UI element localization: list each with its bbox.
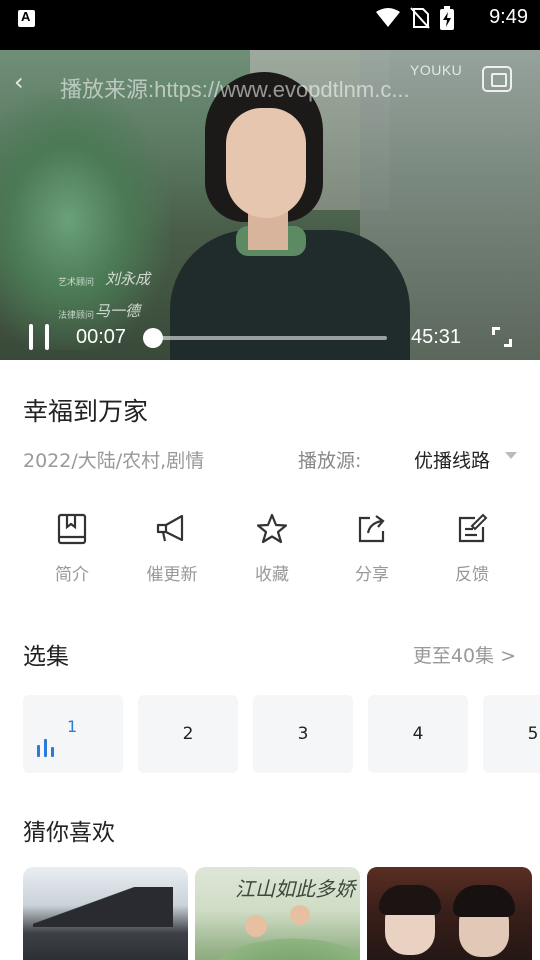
episode-number: 1 — [67, 717, 78, 736]
episode-number: 4 — [412, 724, 424, 744]
episode-item[interactable]: 5 — [483, 695, 540, 773]
battery-charging-icon — [440, 6, 454, 30]
episode-list: 1 2 3 4 5 — [23, 695, 540, 775]
action-feedback[interactable]: 反馈 — [422, 508, 522, 588]
recommend-title: 猜你喜欢 — [23, 820, 115, 846]
source-watermark: 播放来源:https://www.evopdtlnm.c... — [60, 77, 410, 102]
action-favorite[interactable]: 收藏 — [222, 508, 322, 588]
fullscreen-icon[interactable] — [492, 327, 512, 347]
action-bar: 简介 催更新 收藏 分享 反馈 — [22, 508, 522, 588]
episode-number: 3 — [297, 724, 309, 744]
show-title: 幸福到万家 — [23, 397, 149, 426]
action-label: 收藏 — [255, 565, 289, 585]
credit-label: 法律顾问 — [58, 311, 95, 321]
episodes-title: 选集 — [23, 644, 69, 670]
poster-calligraphy: 江山如此多娇 — [235, 877, 355, 901]
recommend-poster[interactable] — [23, 867, 188, 960]
status-icons — [376, 6, 454, 30]
episode-item[interactable]: 1 — [23, 695, 123, 773]
credit-signature: 马一德 — [95, 302, 141, 320]
recommend-poster[interactable] — [367, 867, 532, 960]
book-icon — [57, 513, 87, 545]
credit-signature: 刘永成 — [105, 270, 151, 288]
no-sim-icon — [410, 7, 430, 29]
playing-bars-icon — [37, 739, 59, 757]
video-frame-person-face — [226, 108, 306, 218]
show-meta: 2022/大陆/农村,剧情 — [23, 450, 205, 472]
source-label: 播放源: — [298, 450, 362, 472]
action-intro[interactable]: 简介 — [22, 508, 122, 588]
action-share[interactable]: 分享 — [322, 508, 422, 588]
progress-thumb[interactable] — [142, 328, 163, 348]
episode-item[interactable]: 3 — [253, 695, 353, 773]
episode-item[interactable]: 4 — [368, 695, 468, 773]
share-icon — [358, 515, 385, 543]
caret-down-icon[interactable] — [505, 452, 517, 459]
credit-label: 艺术顾问 — [58, 278, 95, 288]
episode-number: 2 — [182, 724, 194, 744]
megaphone-icon — [156, 514, 184, 542]
episode-number: 5 — [527, 724, 539, 744]
status-bar: 9:49 — [0, 0, 540, 50]
action-label: 简介 — [55, 565, 89, 585]
poster-figure — [245, 915, 267, 937]
cast-tv-icon[interactable] — [482, 66, 512, 92]
back-icon[interactable]: ‹ — [14, 68, 24, 96]
star-icon — [256, 513, 288, 544]
poster-roof — [33, 887, 173, 927]
poster-hair — [379, 885, 441, 915]
action-label: 反馈 — [455, 565, 489, 585]
poster-hair — [453, 885, 515, 917]
episode-item[interactable]: 2 — [138, 695, 238, 773]
pause-icon[interactable] — [26, 324, 52, 350]
youku-logo: YOUKU — [410, 62, 463, 78]
notification-a-icon — [18, 9, 35, 27]
recommend-poster[interactable]: 江山如此多娇 — [195, 867, 360, 960]
more-episodes-link[interactable]: 更至40集 > — [413, 641, 516, 668]
action-label: 催更新 — [146, 565, 198, 585]
progress-bar[interactable] — [142, 328, 387, 348]
video-player[interactable]: 播放来源:https://www.evopdtlnm.c... ‹ YOUKU … — [0, 50, 540, 360]
poster-hill — [195, 932, 360, 960]
poster-figure — [290, 905, 310, 925]
current-time: 00:07 — [76, 326, 127, 348]
duration: 45:31 — [411, 326, 462, 348]
action-remind-update[interactable]: 催更新 — [122, 508, 222, 588]
status-time: 9:49 — [489, 6, 528, 28]
wifi-icon — [376, 8, 400, 27]
feedback-edit-icon — [458, 513, 488, 543]
recommend-list: 江山如此多娇 — [23, 867, 540, 960]
action-label: 分享 — [355, 565, 389, 585]
source-select[interactable]: 优播线路 — [414, 446, 490, 473]
